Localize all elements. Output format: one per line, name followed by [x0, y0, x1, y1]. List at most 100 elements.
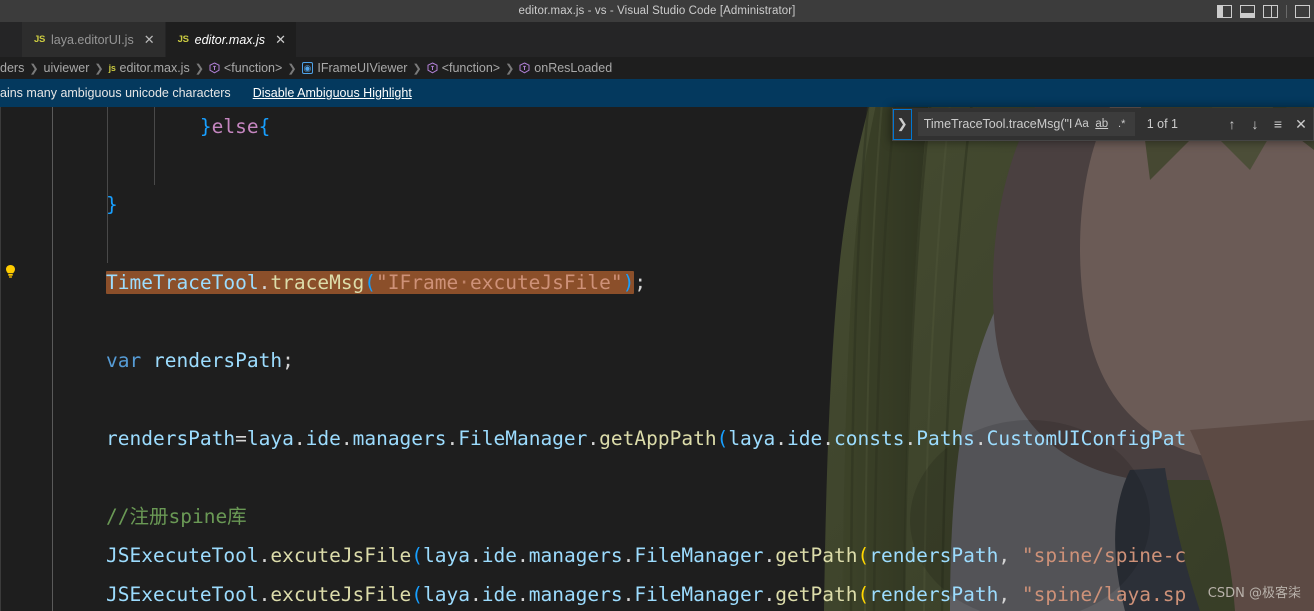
code-token: . — [763, 544, 776, 567]
code-token: . — [516, 583, 529, 606]
js-file-icon: js — [108, 63, 116, 73]
breadcrumb-separator-icon: ❯ — [287, 62, 297, 75]
code-token: rendersPath — [152, 349, 283, 372]
code-token: , — [998, 583, 1022, 606]
code-token: ( — [716, 427, 729, 450]
breadcrumb-label: ders — [0, 61, 25, 75]
quick-fix-lightbulb-icon[interactable] — [4, 264, 17, 279]
code-token: . — [516, 544, 529, 567]
disable-ambiguous-highlight-link[interactable]: Disable Ambiguous Highlight — [253, 86, 412, 100]
breadcrumb-item-uiviewer[interactable]: uiviewer — [44, 61, 90, 75]
breadcrumb-label: IFrameUIViewer — [317, 61, 408, 75]
code-token: getAppPath — [599, 427, 717, 450]
indent-guide — [107, 107, 108, 146]
code-token: . — [258, 583, 271, 606]
find-input-value: TimeTraceTool.traceMsg("I — [923, 117, 1072, 131]
code-token: JSExecuteTool — [106, 583, 259, 606]
close-icon[interactable]: ✕ — [144, 33, 155, 46]
function-symbol-icon — [209, 62, 220, 74]
tab-laya-editorui-js[interactable]: JS laya.editorUI.js ✕ — [22, 22, 166, 57]
banner-message: ains many ambiguous unicode characters — [0, 86, 231, 100]
code-token: ( — [857, 583, 870, 606]
indent-guide — [107, 185, 108, 224]
close-find-icon[interactable]: ✕ — [1291, 114, 1311, 134]
match-whole-word-icon[interactable]: ab — [1092, 114, 1112, 134]
breadcrumb: ders ❯ uiviewer ❯ js editor.max.js ❯ <fu… — [0, 57, 1314, 79]
toggle-replace-chevron-icon[interactable]: ❯ — [892, 108, 912, 140]
code-token: FileManager — [634, 583, 764, 606]
tab-label: editor.max.js — [194, 32, 266, 47]
find-widget[interactable]: ❯ TimeTraceTool.traceMsg("I Aa ab .* 1 o… — [891, 108, 1314, 141]
toggle-primary-sidebar-icon[interactable] — [1217, 4, 1232, 18]
code-token: rendersPath — [869, 583, 999, 606]
code-token: , — [998, 544, 1022, 567]
layout-controls — [1217, 0, 1314, 22]
code-token: excuteJsFile — [270, 544, 412, 567]
use-regex-icon[interactable]: .* — [1112, 114, 1132, 134]
code-token: . — [904, 427, 917, 450]
customize-layout-icon[interactable] — [1295, 4, 1310, 18]
code-token: . — [622, 583, 635, 606]
breadcrumb-separator-icon: ❯ — [194, 62, 204, 75]
code-token: managers — [352, 427, 447, 450]
breadcrumb-item-function-1[interactable]: <function> — [209, 61, 282, 75]
match-case-icon[interactable]: Aa — [1072, 114, 1092, 134]
code-token: JSExecuteTool — [106, 544, 259, 567]
function-symbol-icon — [519, 62, 530, 74]
breadcrumb-label: <function> — [441, 61, 501, 75]
code-token: . — [293, 427, 306, 450]
code-line: rendersPath=laya.ide.managers.FileManage… — [0, 419, 1314, 458]
code-token: ) — [622, 271, 635, 294]
previous-match-icon[interactable]: ↑ — [1222, 114, 1242, 134]
toggle-panel-icon[interactable] — [1240, 4, 1255, 18]
code-token: ide — [305, 427, 341, 450]
code-token: managers — [528, 583, 623, 606]
code-token: laya — [423, 583, 470, 606]
tab-editor-max-js[interactable]: JS editor.max.js ✕ — [165, 22, 297, 57]
tab-bar-spacer — [0, 22, 22, 57]
find-actions: ↑ ↓ ≡ ✕ — [1222, 114, 1311, 134]
code-token: . — [974, 427, 987, 450]
code-line: var rendersPath; — [0, 341, 1314, 380]
code-token: . — [775, 427, 788, 450]
breadcrumb-item-iframeuiviewer[interactable]: ◉ IFrameUIViewer — [301, 61, 408, 75]
find-in-selection-icon[interactable]: ≡ — [1268, 114, 1288, 134]
breadcrumb-label: onResLoaded — [534, 61, 613, 75]
ambiguous-unicode-banner: ains many ambiguous unicode characters D… — [0, 79, 1314, 107]
code-token: //注册spine库 — [106, 505, 247, 528]
find-input[interactable]: TimeTraceTool.traceMsg("I Aa ab .* — [917, 112, 1135, 136]
code-content[interactable]: }else{ } TimeTraceTool.traceMsg("IFrame·… — [0, 107, 1314, 611]
code-token: . — [469, 544, 482, 567]
code-token: ; — [282, 349, 294, 372]
js-file-icon: JS — [177, 34, 189, 45]
code-token: rendersPath — [106, 427, 236, 450]
code-token: ( — [411, 544, 424, 567]
code-token: . — [822, 427, 835, 450]
close-icon[interactable]: ✕ — [275, 33, 286, 46]
code-token: managers — [528, 544, 623, 567]
code-line — [0, 146, 1314, 185]
title-bar: editor.max.js - vs - Visual Studio Code … — [0, 0, 1314, 22]
code-token: . — [258, 271, 271, 294]
code-token: } — [199, 115, 212, 138]
breadcrumb-item-editor-max-js[interactable]: js editor.max.js — [109, 61, 190, 75]
code-token: CustomUIConfigPat — [986, 427, 1187, 450]
window-title: editor.max.js - vs - Visual Studio Code … — [518, 5, 796, 17]
code-editor[interactable]: }else{ } TimeTraceTool.traceMsg("IFrame·… — [0, 107, 1314, 611]
indent-guide — [154, 146, 155, 185]
breadcrumb-item-function-2[interactable]: <function> — [427, 61, 500, 75]
interface-symbol-icon: ◉ — [301, 62, 314, 74]
code-token: ( — [411, 583, 424, 606]
code-token: . — [622, 544, 635, 567]
code-token: else — [211, 115, 259, 138]
code-token: { — [258, 115, 271, 138]
breadcrumb-item-onresloaded[interactable]: onResLoaded — [519, 61, 612, 75]
toggle-secondary-sidebar-icon[interactable] — [1263, 4, 1278, 18]
indent-guide — [154, 107, 155, 146]
code-line — [0, 224, 1314, 263]
breadcrumb-item-ders[interactable]: ders — [0, 61, 24, 75]
next-match-icon[interactable]: ↓ — [1245, 114, 1265, 134]
code-token: Paths — [916, 427, 975, 450]
breadcrumb-separator-icon: ❯ — [29, 62, 39, 75]
